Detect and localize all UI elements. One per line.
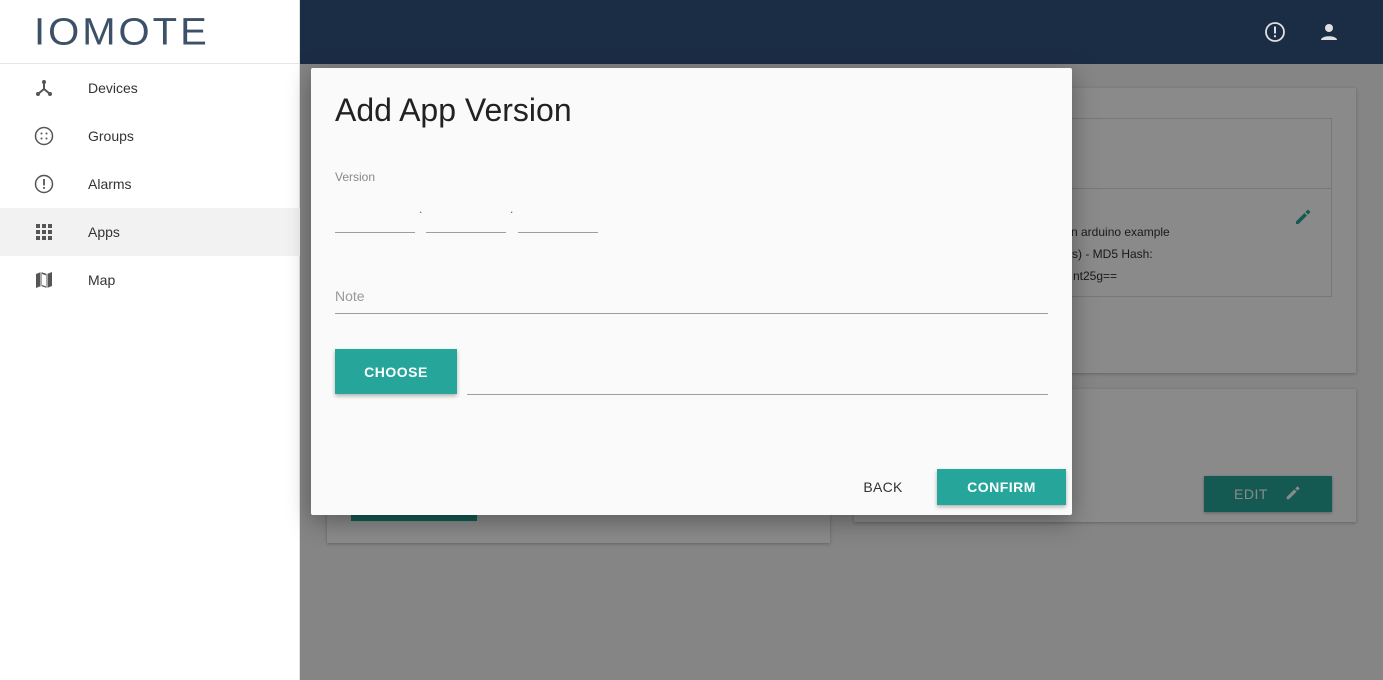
sidebar-item-apps[interactable]: Apps (0, 208, 300, 256)
version-separator: . (510, 202, 514, 216)
version-label: Version (335, 170, 376, 184)
choose-file-button[interactable]: CHOOSE (335, 349, 457, 394)
map-icon (34, 270, 54, 290)
account-icon[interactable] (1317, 20, 1341, 44)
dialog-title: Add App Version (335, 92, 572, 128)
sidebar-item-label: Map (88, 272, 116, 288)
version-separator: . (419, 202, 423, 216)
sidebar-item-label: Groups (88, 128, 134, 144)
sidebar-item-groups[interactable]: Groups (0, 112, 300, 160)
alert-icon[interactable] (1263, 20, 1287, 44)
confirm-button[interactable]: CONFIRM (937, 469, 1066, 505)
sidebar-item-devices[interactable]: Devices (0, 64, 300, 112)
back-button[interactable]: BACK (851, 469, 915, 505)
sidebar-item-map[interactable]: Map (0, 256, 300, 304)
sidebar-item-label: Apps (88, 224, 120, 240)
groups-icon (34, 126, 54, 146)
add-app-version-dialog: Add App Version Version . . CHOOSE BACK … (311, 68, 1072, 515)
sidebar-nav: Devices Groups Alarms Apps Map (0, 63, 300, 304)
apps-grid-icon (34, 222, 54, 242)
logo-text: IOMOTE (34, 10, 210, 53)
top-app-bar (300, 0, 1383, 64)
version-major-input[interactable] (335, 196, 415, 233)
note-input[interactable] (335, 278, 1048, 314)
version-patch-input[interactable] (518, 196, 598, 233)
sidebar: IOMOTE Devices Groups Alarms Apps Map (0, 0, 300, 680)
version-minor-input[interactable] (426, 196, 506, 233)
sidebar-item-alarms[interactable]: Alarms (0, 160, 300, 208)
alarm-icon (34, 174, 54, 194)
iomote-logo[interactable]: IOMOTE (34, 10, 210, 53)
sidebar-item-label: Alarms (88, 176, 132, 192)
sidebar-item-label: Devices (88, 80, 138, 96)
devices-icon (34, 78, 54, 98)
file-path-field[interactable] (467, 358, 1048, 395)
